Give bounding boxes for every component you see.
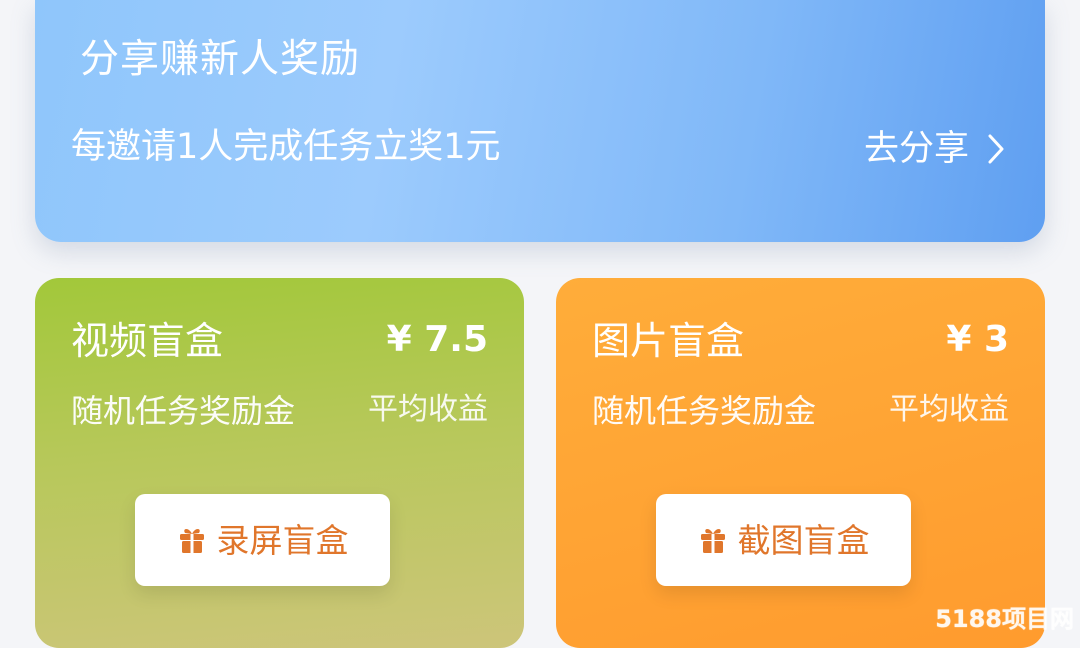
go-share-label: 去分享 [863,128,969,169]
screenshot-box-label: 截图盲盒 [737,520,870,560]
record-screen-box-label: 录屏盲盒 [216,520,349,560]
video-box-title: 视频盲盒 [71,319,224,363]
image-blind-box-card: 图片盲盒 ¥ 3 随机任务奖励金 平均收益 截图盲盒 [556,278,1045,648]
image-box-note: 平均收益 [889,392,1009,427]
share-banner[interactable]: 分享赚新人奖励 每邀请1人完成任务立奖1元 去分享 [35,0,1045,242]
screenshot-box-button[interactable]: 截图盲盒 [656,494,911,586]
chevron-right-icon [987,133,1005,165]
image-box-subtitle: 随机任务奖励金 [592,392,817,430]
site-watermark: 5188项目网 [935,605,1074,633]
video-box-price: ¥ 7.5 [386,319,488,360]
share-banner-description: 每邀请1人完成任务立奖1元 [71,127,501,167]
image-box-price: ¥ 3 [946,319,1009,360]
image-box-title: 图片盲盒 [592,319,745,363]
record-screen-box-button[interactable]: 录屏盲盒 [135,494,390,586]
go-share-link[interactable]: 去分享 [864,124,1005,174]
gift-icon [177,525,207,555]
video-blind-box-card: 视频盲盒 ¥ 7.5 随机任务奖励金 平均收益 录屏盲盒 [35,278,524,648]
video-box-note: 平均收益 [368,392,488,427]
video-box-subtitle: 随机任务奖励金 [71,392,296,430]
share-banner-title: 分享赚新人奖励 [80,37,361,82]
gift-icon [698,525,728,555]
